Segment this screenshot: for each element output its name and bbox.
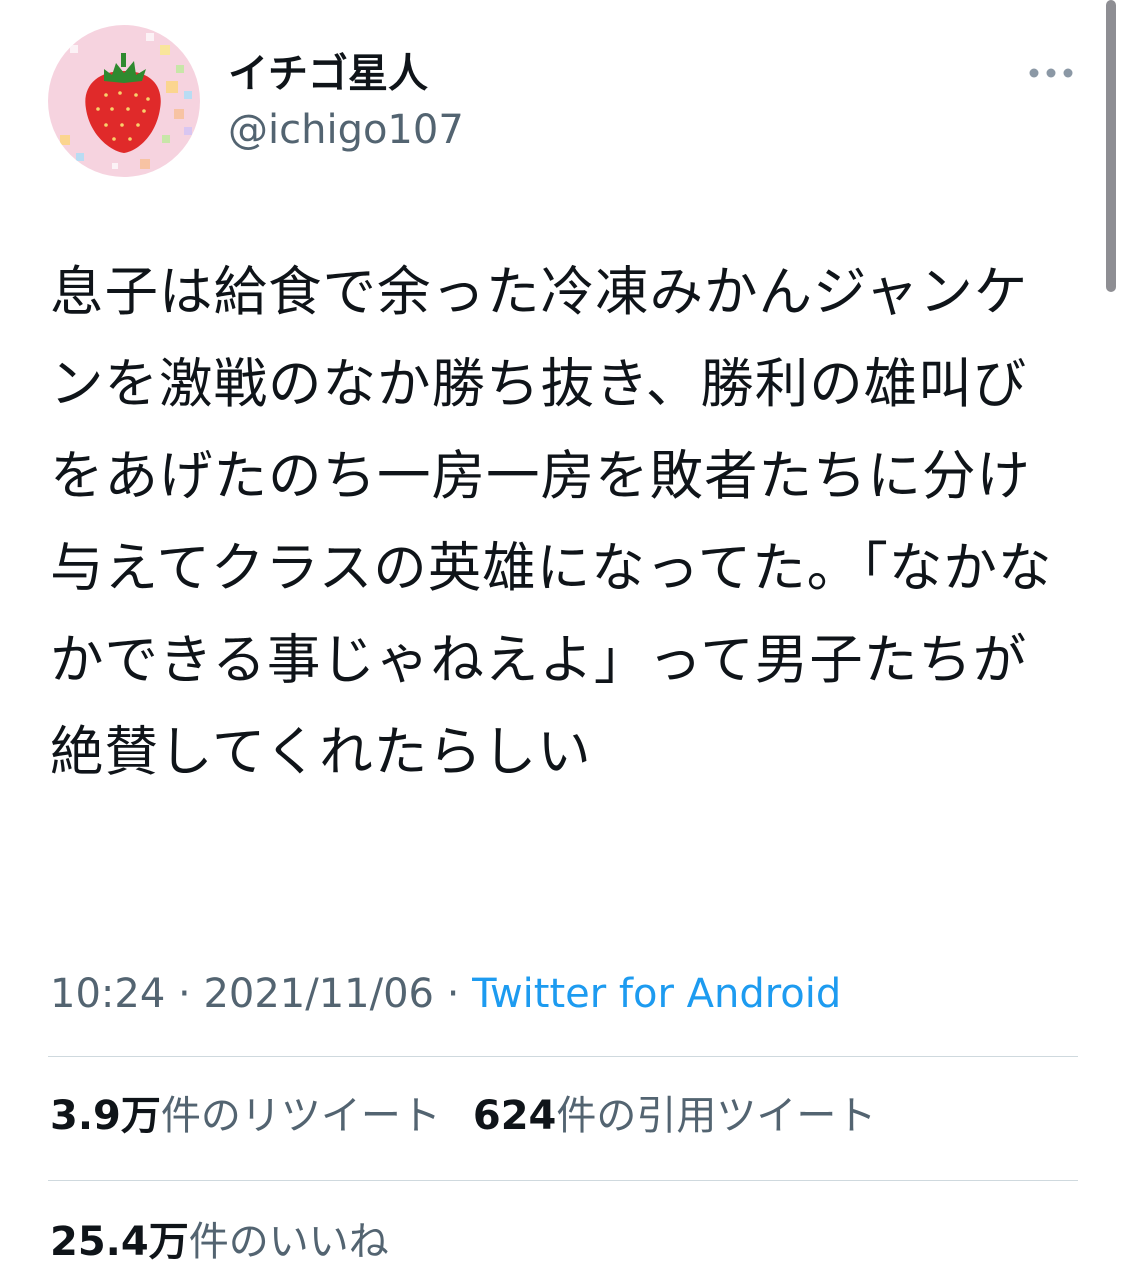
retweet-count: 3.9万	[50, 1093, 161, 1139]
retweets-stat[interactable]: 3.9万件のリツイート	[50, 1088, 441, 1144]
tweet-time: 10:24	[50, 971, 166, 1017]
tweet-source-link[interactable]: Twitter for Android	[472, 971, 841, 1017]
tweet-date: 2021/11/06	[203, 971, 434, 1017]
tweet-meta: 10:24 · 2021/11/06 · Twitter for Android	[50, 966, 841, 1022]
divider	[48, 1180, 1078, 1181]
meta-separator: ·	[433, 971, 473, 1017]
strawberry-icon	[48, 25, 200, 177]
more-options-icon[interactable]	[1026, 58, 1076, 88]
divider	[48, 1056, 1078, 1057]
tweet-text: 息子は給食で余った冷凍みかんジャンケンを激戦のなか勝ち抜き、勝利の雄叫びをあげた…	[50, 260, 1053, 783]
likes-stats-row: 25.4万件のいいね	[50, 1214, 421, 1270]
likes-stat[interactable]: 25.4万件のいいね	[50, 1214, 389, 1270]
quote-count: 624	[472, 1093, 557, 1139]
avatar[interactable]	[48, 25, 200, 177]
meta-separator: ·	[165, 971, 204, 1017]
quotes-stat[interactable]: 624件の引用ツイート	[473, 1088, 877, 1144]
display-name[interactable]: イチゴ星人	[228, 48, 428, 100]
scrollbar[interactable]	[1106, 0, 1116, 292]
like-count: 25.4万	[50, 1219, 189, 1265]
user-handle[interactable]: @ichigo107	[228, 104, 464, 156]
share-stats-row: 3.9万件のリツイート 624件の引用ツイート	[50, 1088, 908, 1144]
like-label: 件のいいね	[188, 1219, 389, 1265]
quote-label: 件の引用ツイート	[556, 1093, 877, 1139]
retweet-label: 件のリツイート	[160, 1093, 441, 1139]
